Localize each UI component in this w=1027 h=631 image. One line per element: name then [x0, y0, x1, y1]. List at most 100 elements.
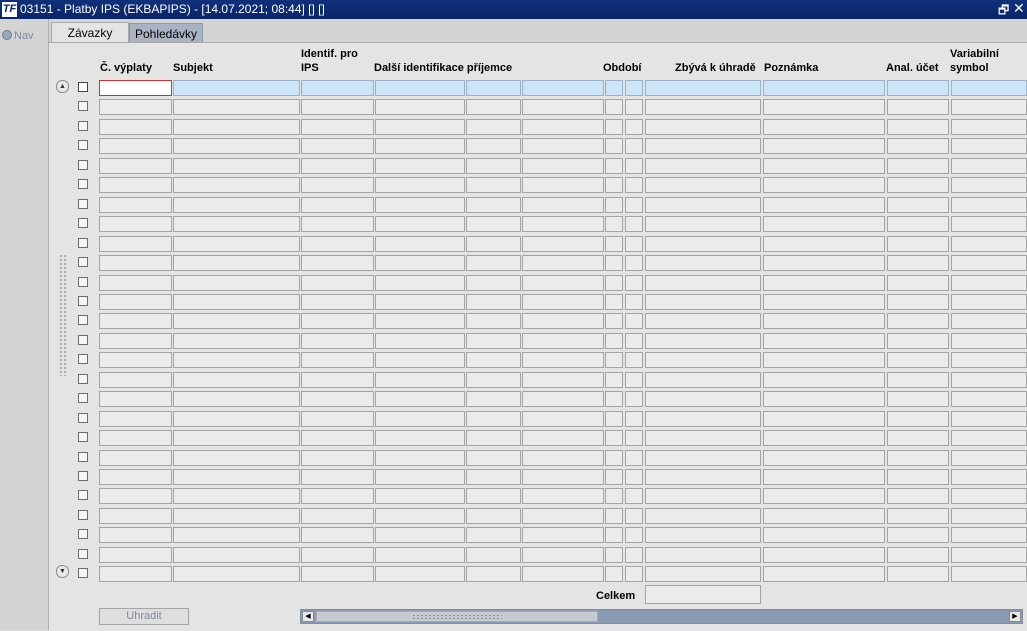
cell-dalsi-identifikace-2[interactable]	[466, 352, 521, 368]
cell-subjekt[interactable]	[173, 255, 300, 271]
cell-dalsi-identifikace[interactable]	[375, 508, 465, 524]
cell-subjekt[interactable]	[173, 391, 300, 407]
scroll-right-icon[interactable]: ▶	[1009, 611, 1021, 622]
cell-zbyva-k-uhrade[interactable]	[645, 197, 761, 213]
cell-c-vyplaty[interactable]	[99, 177, 172, 193]
cell-dalsi-identifikace-3[interactable]	[522, 430, 604, 446]
cell-subjekt[interactable]	[173, 333, 300, 349]
tab-pohledavky[interactable]: Pohledávky	[129, 23, 203, 44]
cell-zbyva-k-uhrade[interactable]	[645, 216, 761, 232]
cell-dalsi-identifikace-2[interactable]	[466, 430, 521, 446]
cell-subjekt[interactable]	[173, 430, 300, 446]
cell-variabilni-symbol[interactable]	[951, 430, 1027, 446]
nav-button[interactable]: Nav	[2, 30, 34, 42]
cell-subjekt[interactable]	[173, 158, 300, 174]
cell-dalsi-identifikace-3[interactable]	[522, 411, 604, 427]
horizontal-scroll-thumb[interactable]	[316, 611, 598, 622]
cell-dalsi-identifikace-3[interactable]	[522, 119, 604, 135]
cell-identif-ips[interactable]	[301, 119, 374, 135]
cell-obdobi-2[interactable]	[625, 411, 643, 427]
cell-zbyva-k-uhrade[interactable]	[645, 566, 761, 582]
cell-variabilni-symbol[interactable]	[951, 527, 1027, 543]
cell-dalsi-identifikace-3[interactable]	[522, 527, 604, 543]
row-select-checkbox[interactable]	[78, 160, 88, 170]
cell-dalsi-identifikace-2[interactable]	[466, 566, 521, 582]
cell-dalsi-identifikace[interactable]	[375, 119, 465, 135]
cell-obdobi-1[interactable]	[605, 352, 623, 368]
cell-zbyva-k-uhrade[interactable]	[645, 508, 761, 524]
cell-obdobi-2[interactable]	[625, 313, 643, 329]
cell-obdobi-2[interactable]	[625, 527, 643, 543]
cell-variabilni-symbol[interactable]	[951, 469, 1027, 485]
cell-subjekt[interactable]	[173, 313, 300, 329]
cell-obdobi-1[interactable]	[605, 411, 623, 427]
cell-poznamka[interactable]	[763, 313, 885, 329]
cell-anal-ucet[interactable]	[887, 508, 949, 524]
cell-dalsi-identifikace[interactable]	[375, 566, 465, 582]
cell-obdobi-1[interactable]	[605, 527, 623, 543]
cell-poznamka[interactable]	[763, 197, 885, 213]
cell-dalsi-identifikace[interactable]	[375, 255, 465, 271]
cell-zbyva-k-uhrade[interactable]	[645, 488, 761, 504]
cell-variabilni-symbol[interactable]	[951, 255, 1027, 271]
cell-dalsi-identifikace[interactable]	[375, 138, 465, 154]
cell-variabilni-symbol[interactable]	[951, 547, 1027, 563]
cell-poznamka[interactable]	[763, 488, 885, 504]
cell-variabilni-symbol[interactable]	[951, 80, 1027, 96]
row-select-checkbox[interactable]	[78, 354, 88, 364]
cell-dalsi-identifikace-2[interactable]	[466, 99, 521, 115]
row-select-checkbox[interactable]	[78, 218, 88, 228]
cell-obdobi-2[interactable]	[625, 99, 643, 115]
cell-obdobi-1[interactable]	[605, 275, 623, 291]
row-select-checkbox[interactable]	[78, 277, 88, 287]
cell-dalsi-identifikace[interactable]	[375, 158, 465, 174]
cell-dalsi-identifikace-2[interactable]	[466, 275, 521, 291]
close-window-icon[interactable]: ✕	[1013, 0, 1025, 17]
cell-zbyva-k-uhrade[interactable]	[645, 119, 761, 135]
cell-obdobi-1[interactable]	[605, 508, 623, 524]
cell-subjekt[interactable]	[173, 469, 300, 485]
cell-obdobi-2[interactable]	[625, 372, 643, 388]
cell-dalsi-identifikace[interactable]	[375, 80, 465, 96]
cell-anal-ucet[interactable]	[887, 527, 949, 543]
cell-subjekt[interactable]	[173, 566, 300, 582]
cell-c-vyplaty[interactable]	[99, 547, 172, 563]
cell-c-vyplaty[interactable]	[99, 138, 172, 154]
cell-poznamka[interactable]	[763, 566, 885, 582]
cell-c-vyplaty[interactable]	[99, 119, 172, 135]
cell-obdobi-2[interactable]	[625, 138, 643, 154]
cell-subjekt[interactable]	[173, 177, 300, 193]
scroll-down-icon[interactable]: ▼	[56, 565, 69, 578]
cell-variabilni-symbol[interactable]	[951, 450, 1027, 466]
cell-anal-ucet[interactable]	[887, 197, 949, 213]
cell-dalsi-identifikace[interactable]	[375, 352, 465, 368]
cell-identif-ips[interactable]	[301, 508, 374, 524]
cell-dalsi-identifikace[interactable]	[375, 216, 465, 232]
cell-anal-ucet[interactable]	[887, 255, 949, 271]
cell-obdobi-1[interactable]	[605, 158, 623, 174]
cell-anal-ucet[interactable]	[887, 294, 949, 310]
cell-obdobi-2[interactable]	[625, 391, 643, 407]
cell-variabilni-symbol[interactable]	[951, 488, 1027, 504]
cell-obdobi-1[interactable]	[605, 119, 623, 135]
row-select-checkbox[interactable]	[78, 393, 88, 403]
cell-subjekt[interactable]	[173, 275, 300, 291]
scroll-left-icon[interactable]: ◀	[302, 611, 314, 622]
cell-variabilni-symbol[interactable]	[951, 119, 1027, 135]
cell-dalsi-identifikace[interactable]	[375, 294, 465, 310]
cell-obdobi-2[interactable]	[625, 80, 643, 96]
cell-poznamka[interactable]	[763, 80, 885, 96]
cell-obdobi-1[interactable]	[605, 372, 623, 388]
cell-dalsi-identifikace[interactable]	[375, 488, 465, 504]
cell-c-vyplaty[interactable]	[99, 216, 172, 232]
cell-dalsi-identifikace-3[interactable]	[522, 294, 604, 310]
cell-c-vyplaty[interactable]	[99, 352, 172, 368]
cell-dalsi-identifikace-3[interactable]	[522, 138, 604, 154]
cell-anal-ucet[interactable]	[887, 313, 949, 329]
row-select-checkbox[interactable]	[78, 471, 88, 481]
cell-anal-ucet[interactable]	[887, 372, 949, 388]
cell-subjekt[interactable]	[173, 99, 300, 115]
cell-c-vyplaty[interactable]	[99, 411, 172, 427]
row-select-checkbox[interactable]	[78, 335, 88, 345]
cell-variabilni-symbol[interactable]	[951, 99, 1027, 115]
